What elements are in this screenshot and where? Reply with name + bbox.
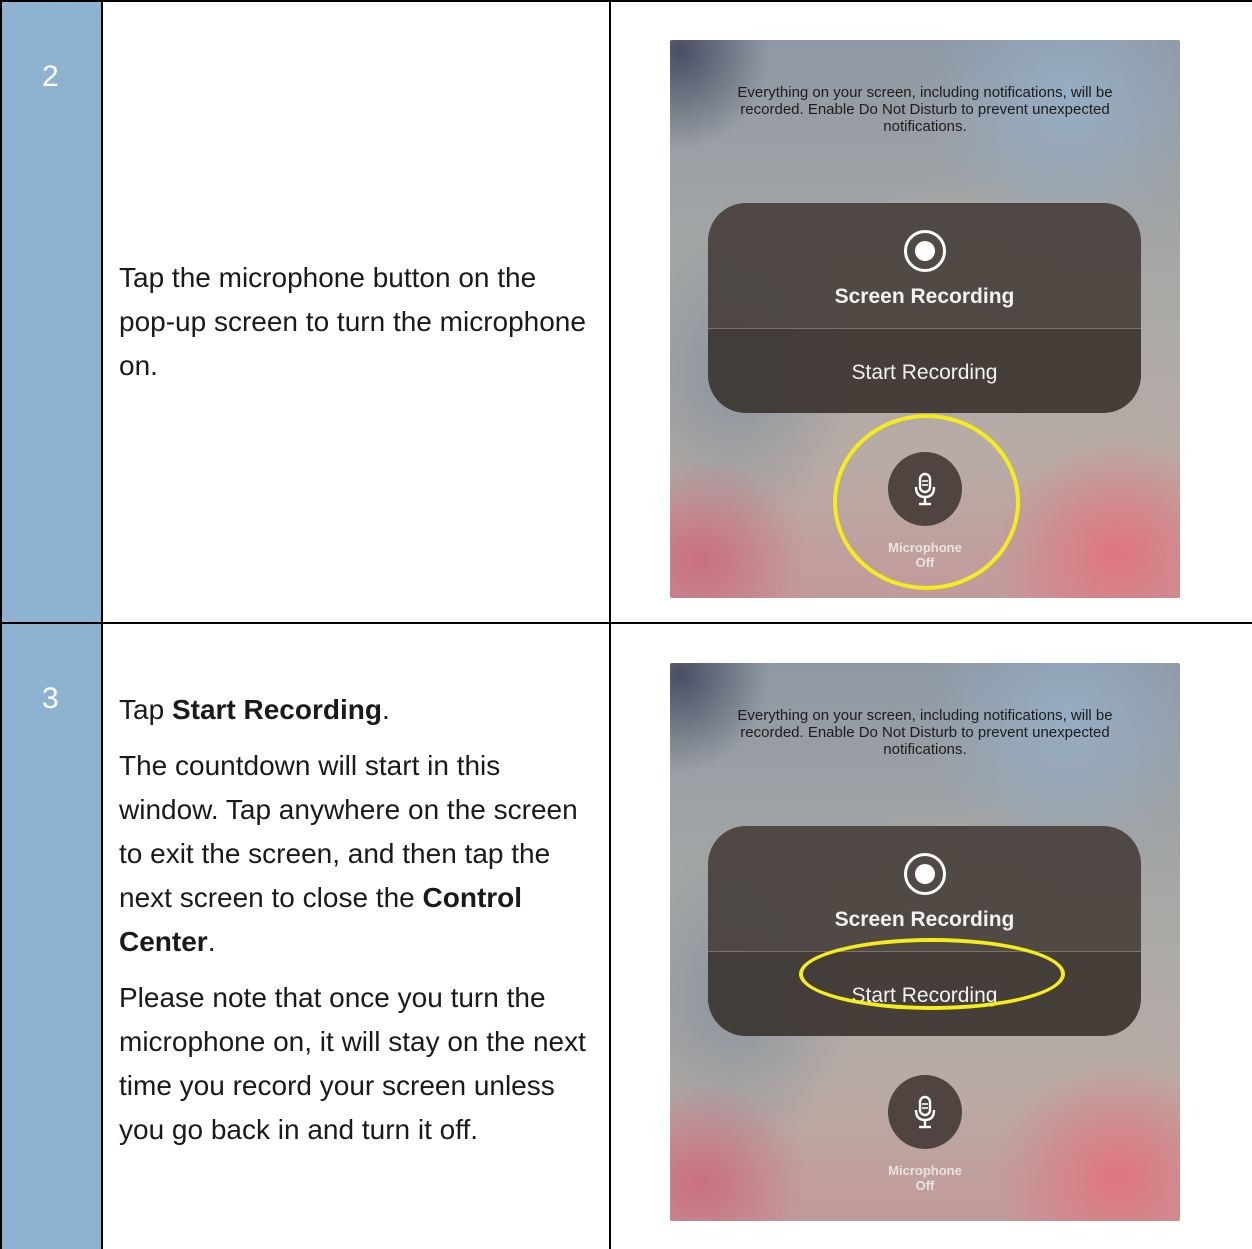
highlight-circle-microphone bbox=[833, 414, 1020, 590]
panel-title: Screen Recording bbox=[834, 285, 1015, 308]
microphone-icon bbox=[914, 1095, 936, 1129]
step-instructions: Tap Start Recording. The countdown will … bbox=[119, 688, 599, 1152]
start-recording-label[interactable]: Start Recording bbox=[708, 361, 1141, 385]
screen-recording-panel: Screen Recording Start Recording bbox=[708, 203, 1141, 413]
record-icon bbox=[903, 853, 946, 895]
step-number: 3 bbox=[42, 682, 59, 715]
instruction-paragraph: Tap Start Recording. bbox=[119, 688, 599, 732]
panel-title: Screen Recording bbox=[834, 908, 1015, 931]
record-icon bbox=[903, 230, 946, 272]
text-run: Tap the microphone button on the pop-up … bbox=[119, 262, 586, 381]
highlight-ellipse-start-recording bbox=[799, 938, 1065, 1010]
column-divider-image bbox=[609, 0, 611, 1249]
table-border-top bbox=[0, 0, 1252, 2]
instruction-paragraph: Please note that once you turn the micro… bbox=[119, 976, 599, 1152]
instruction-paragraph: The countdown will start in this window.… bbox=[119, 744, 599, 964]
text-run: . bbox=[207, 926, 216, 957]
microphone-state: Off bbox=[915, 1178, 935, 1193]
table-border-left bbox=[0, 0, 2, 1249]
recording-notice: Everything on your screen, including not… bbox=[737, 84, 1113, 135]
bold-term: Start Recording bbox=[171, 694, 382, 725]
instruction-table: 2 Tap the microphone button on the pop-u… bbox=[0, 0, 1252, 1249]
instruction-paragraph: Tap the microphone button on the pop-up … bbox=[119, 256, 599, 388]
text-run: . bbox=[381, 694, 390, 725]
microphone-label: Microphone Off bbox=[670, 1163, 1180, 1193]
step-instructions: Tap the microphone button on the pop-up … bbox=[119, 256, 599, 388]
screen-recording-screenshot: Everything on your screen, including not… bbox=[670, 663, 1180, 1221]
screen-recording-screenshot: Everything on your screen, including not… bbox=[670, 40, 1180, 598]
microphone-button[interactable] bbox=[888, 1075, 962, 1149]
microphone-label-text: Microphone bbox=[888, 1163, 962, 1178]
text-run: Tap bbox=[119, 694, 172, 725]
step-number: 2 bbox=[42, 60, 59, 93]
text-run: Please note that once you turn the micro… bbox=[119, 982, 586, 1145]
step-number-column bbox=[0, 0, 101, 1249]
column-divider-number bbox=[101, 0, 103, 1249]
row-divider bbox=[0, 622, 1252, 624]
recording-notice: Everything on your screen, including not… bbox=[737, 707, 1113, 758]
